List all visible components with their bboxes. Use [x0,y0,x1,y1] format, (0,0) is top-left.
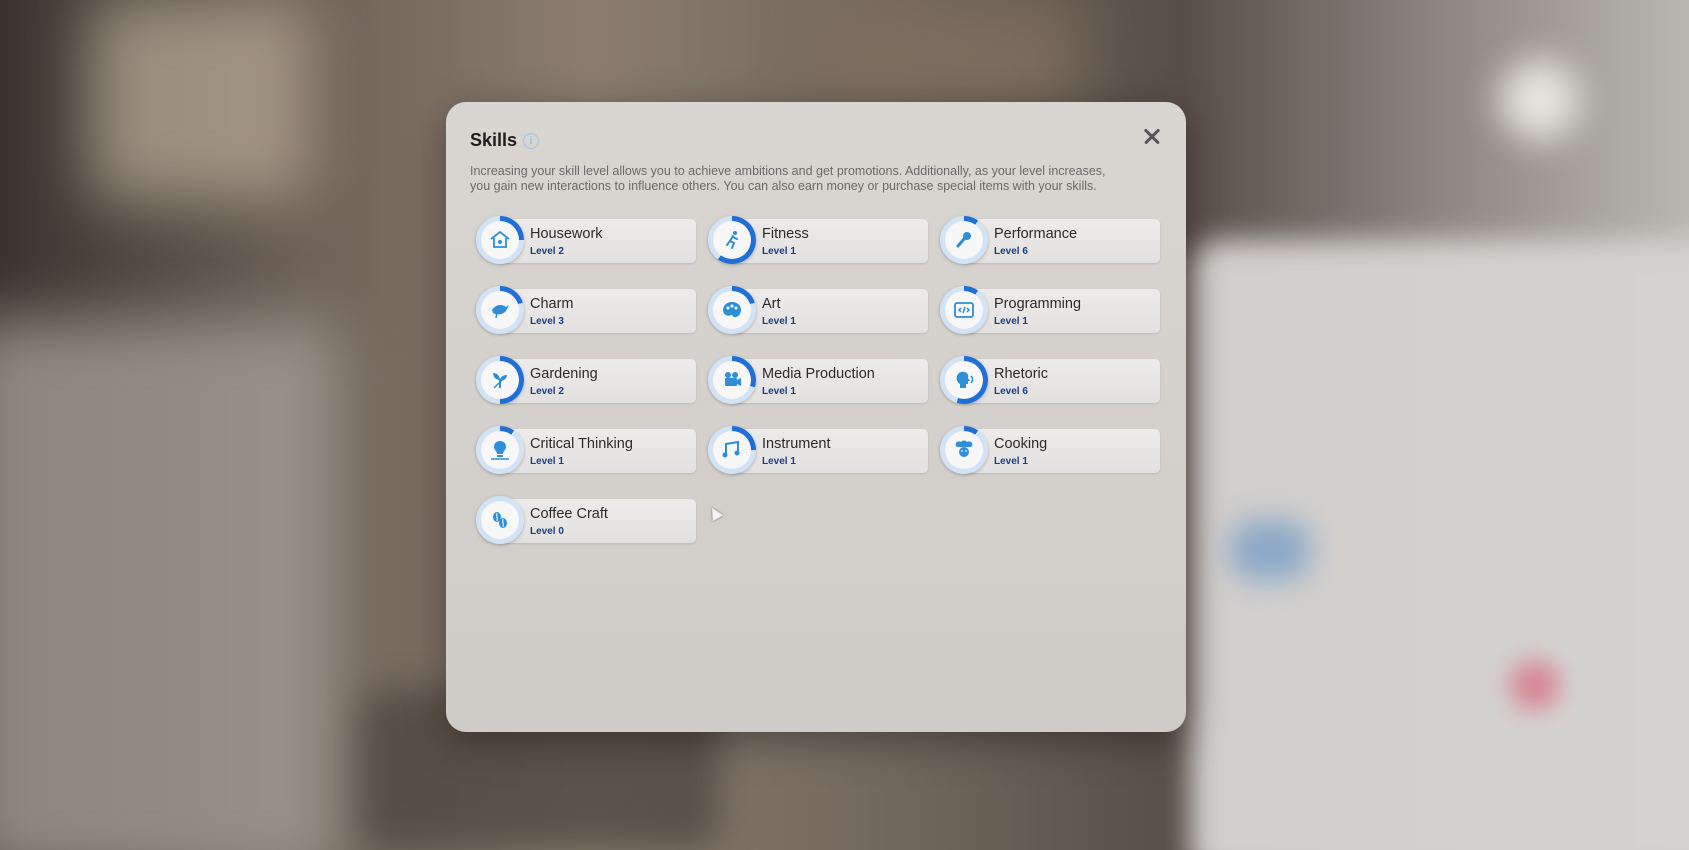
skill-card-gardening[interactable]: Gardening Level 2 [476,356,696,404]
skill-pill [730,219,928,263]
skill-card-programming[interactable]: Programming Level 1 [940,286,1160,334]
camera-icon [725,372,741,386]
skill-progress-ring [940,426,988,474]
speaking-head-icon [956,371,974,388]
skill-icon-holder [945,431,983,469]
skill-card-critical-thinking[interactable]: Critical Thinking Level 1 [476,426,696,474]
chef-icon [955,440,973,457]
skill-level: Level 1 [762,386,796,397]
skill-level: Level 1 [762,316,796,327]
info-icon[interactable]: i [523,132,540,149]
sprout-icon [493,373,507,389]
skill-icon-holder [713,361,751,399]
skill-level: Level 1 [762,456,796,467]
skill-progress-ring [476,496,524,544]
skill-progress-ring [708,356,756,404]
skill-icon-holder [481,291,519,329]
skill-card-rhetoric[interactable]: Rhetoric Level 6 [940,356,1160,404]
skill-icon-holder [713,431,751,469]
skill-card-art[interactable]: Art Level 1 [708,286,928,334]
skill-name: Rhetoric [994,366,1048,382]
skill-level: Level 2 [530,246,564,257]
skill-icon-holder [481,361,519,399]
skill-name: Housework [530,226,603,242]
skill-pill [730,289,928,333]
skill-name: Coffee Craft [530,506,608,522]
skill-name: Media Production [762,366,875,382]
skill-name: Performance [994,226,1078,242]
palette-icon [723,302,741,318]
skill-name: Cooking [994,436,1048,452]
description-line-2: you gain new interactions to influence o… [470,179,1097,193]
title-row: Skills i [470,130,540,151]
skills-dialog: Skills i Increasing your skill level all… [446,102,1186,732]
skill-level: Level 1 [762,246,796,257]
skill-card-media-production[interactable]: Media Production Level 1 [708,356,928,404]
coffee-beans-icon [493,512,507,528]
dialog-description: Increasing your skill level allows you t… [470,164,1140,194]
skills-grid: Housework Level 2 Fitness Level 1 Performanc… [476,216,1166,544]
skill-pill [962,429,1160,473]
skill-card-cooking[interactable]: Cooking Level 1 [940,426,1160,474]
skill-icon-holder [945,361,983,399]
dialog-title: Skills [470,130,518,150]
skill-progress-ring [940,356,988,404]
skill-name: Instrument [762,436,831,452]
skill-name: Gardening [530,366,598,382]
house-icon [490,230,510,248]
skill-card-housework[interactable]: Housework Level 2 [476,216,696,264]
code-icon [954,302,974,318]
skill-progress-ring [940,216,988,264]
skill-progress-ring [708,426,756,474]
runner-icon [726,231,738,249]
skill-level: Level 1 [994,316,1028,327]
skill-card-performance[interactable]: Performance Level 6 [940,216,1160,264]
skill-name: Programming [994,296,1082,312]
skill-level: Level 1 [530,456,564,467]
lightbulb-icon [491,441,509,460]
skill-progress-ring [476,286,524,334]
bird-icon [492,305,509,319]
skill-icon-holder [945,291,983,329]
skill-name: Critical Thinking [530,436,633,452]
skill-pill [962,359,1160,403]
skill-card-coffee-craft[interactable]: Coffee Craft Level 0 [476,496,696,544]
skill-progress-ring [476,216,524,264]
skill-progress-ring [476,356,524,404]
skill-icon-holder [713,291,751,329]
skill-level: Level 6 [994,246,1028,257]
skill-level: Level 2 [530,386,564,397]
music-notes-icon [722,440,740,458]
skill-progress-ring [708,286,756,334]
microphone-icon [956,232,971,248]
skill-level: Level 6 [994,386,1028,397]
skill-level: Level 0 [530,526,564,537]
skill-name: Art [762,296,781,312]
skill-level: Level 1 [994,456,1028,467]
skill-icon-holder [481,221,519,259]
skill-progress-ring [476,426,524,474]
skill-pill [498,289,696,333]
skill-progress-ring [940,286,988,334]
skill-icon-holder [713,221,751,259]
description-line-1: Increasing your skill level allows you t… [470,164,1106,178]
skill-card-charm[interactable]: Charm Level 3 [476,286,696,334]
skill-card-instrument[interactable]: Instrument Level 1 [708,426,928,474]
skill-icon-holder [945,221,983,259]
skill-card-fitness[interactable]: Fitness Level 1 [708,216,928,264]
skill-name: Charm [530,296,574,312]
skill-level: Level 3 [530,316,564,327]
skill-icon-holder [481,501,519,539]
close-icon[interactable] [1138,122,1166,150]
skill-icon-holder [481,431,519,469]
skill-progress-ring [708,216,756,264]
skill-name: Fitness [762,226,809,242]
